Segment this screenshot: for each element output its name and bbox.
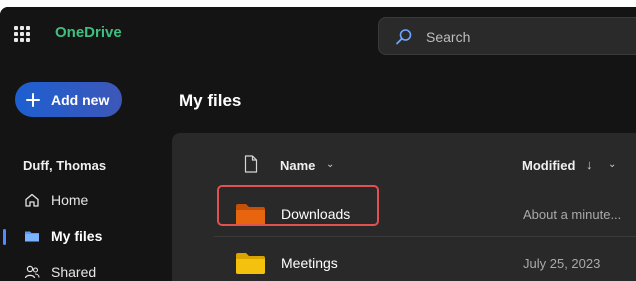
- column-header-modified[interactable]: Modified: [522, 158, 575, 173]
- folder-icon: [236, 204, 265, 225]
- file-modified: About a minute...: [523, 207, 622, 222]
- add-new-button[interactable]: Add new: [15, 82, 122, 117]
- file-name[interactable]: Meetings: [281, 255, 338, 271]
- file-list: Name ⌄ Modified ↓ ⌄ Downloads About a mi…: [172, 133, 636, 281]
- file-modified: July 25, 2023: [523, 256, 601, 271]
- table-row[interactable]: Downloads About a minute...: [172, 192, 636, 236]
- people-icon: [24, 265, 40, 279]
- file-list-header: Name ⌄ Modified ↓ ⌄: [172, 151, 636, 181]
- column-header-name[interactable]: Name: [280, 158, 315, 173]
- page-title: My files: [179, 91, 242, 110]
- table-row[interactable]: Meetings July 25, 2023: [172, 241, 636, 281]
- sidebar-item-home[interactable]: Home: [0, 185, 160, 215]
- folder-icon: [25, 231, 39, 242]
- search-input[interactable]: Search: [426, 29, 470, 45]
- chevron-down-icon[interactable]: ⌄: [326, 159, 334, 170]
- folder-icon: [236, 253, 265, 274]
- sidebar-item-my-files[interactable]: My files: [0, 221, 160, 251]
- row-divider: [214, 236, 636, 237]
- chevron-down-icon[interactable]: ⌄: [608, 159, 616, 170]
- app-title[interactable]: OneDrive: [55, 24, 122, 41]
- onedrive-window: OneDrive Search Add new Duff, Thomas Hom…: [0, 7, 636, 281]
- app-launcher-icon[interactable]: [14, 26, 30, 42]
- active-indicator: [3, 229, 6, 245]
- sidebar-item-label: My files: [51, 228, 103, 244]
- sidebar: Add new Duff, Thomas Home My files Share…: [0, 57, 160, 281]
- user-name: Duff, Thomas: [23, 158, 107, 173]
- sidebar-item-label: Shared: [51, 264, 97, 280]
- search-icon: [396, 29, 412, 45]
- top-bar: OneDrive Search: [0, 7, 636, 57]
- sidebar-item-label: Home: [51, 192, 89, 208]
- sidebar-item-shared[interactable]: Shared: [0, 257, 160, 281]
- home-icon: [25, 193, 39, 207]
- search-box[interactable]: Search: [378, 17, 636, 55]
- sort-descending-icon[interactable]: ↓: [586, 157, 593, 172]
- file-name[interactable]: Downloads: [281, 206, 350, 222]
- plus-icon: [25, 92, 41, 108]
- add-new-label: Add new: [51, 91, 110, 108]
- file-type-icon[interactable]: [244, 155, 258, 173]
